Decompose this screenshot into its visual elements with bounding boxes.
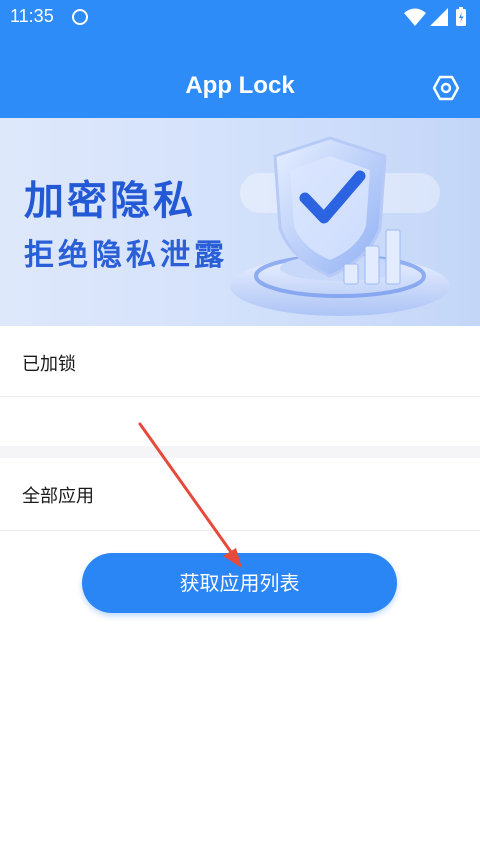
wifi-icon [404,8,426,26]
banner-subheadline: 拒绝隐私泄露 [24,238,228,273]
all-apps-section: 全部应用 [0,458,480,853]
promo-banner: 加密隐私 拒绝隐私泄露 [0,118,480,326]
status-time: 11:35 [10,6,54,26]
locked-apps-label: 已加锁 [22,354,76,375]
app-bar: App Lock [0,34,480,118]
shield-illustration [230,136,450,316]
divider [0,396,480,397]
all-apps-label: 全部应用 [22,486,94,507]
battery-icon [456,7,466,26]
fetch-app-list-button[interactable]: 获取应用列表 [82,553,397,613]
page-title: App Lock [185,72,295,99]
signal-icon [430,8,448,26]
status-icons [404,7,466,26]
status-bar: 11:35 [0,0,480,34]
circle-icon [72,9,88,25]
divider [0,530,480,531]
banner-headline: 加密隐私 [24,178,196,224]
hexagon-gear-icon[interactable] [432,74,460,102]
locked-apps-section: 已加锁 [0,326,480,446]
